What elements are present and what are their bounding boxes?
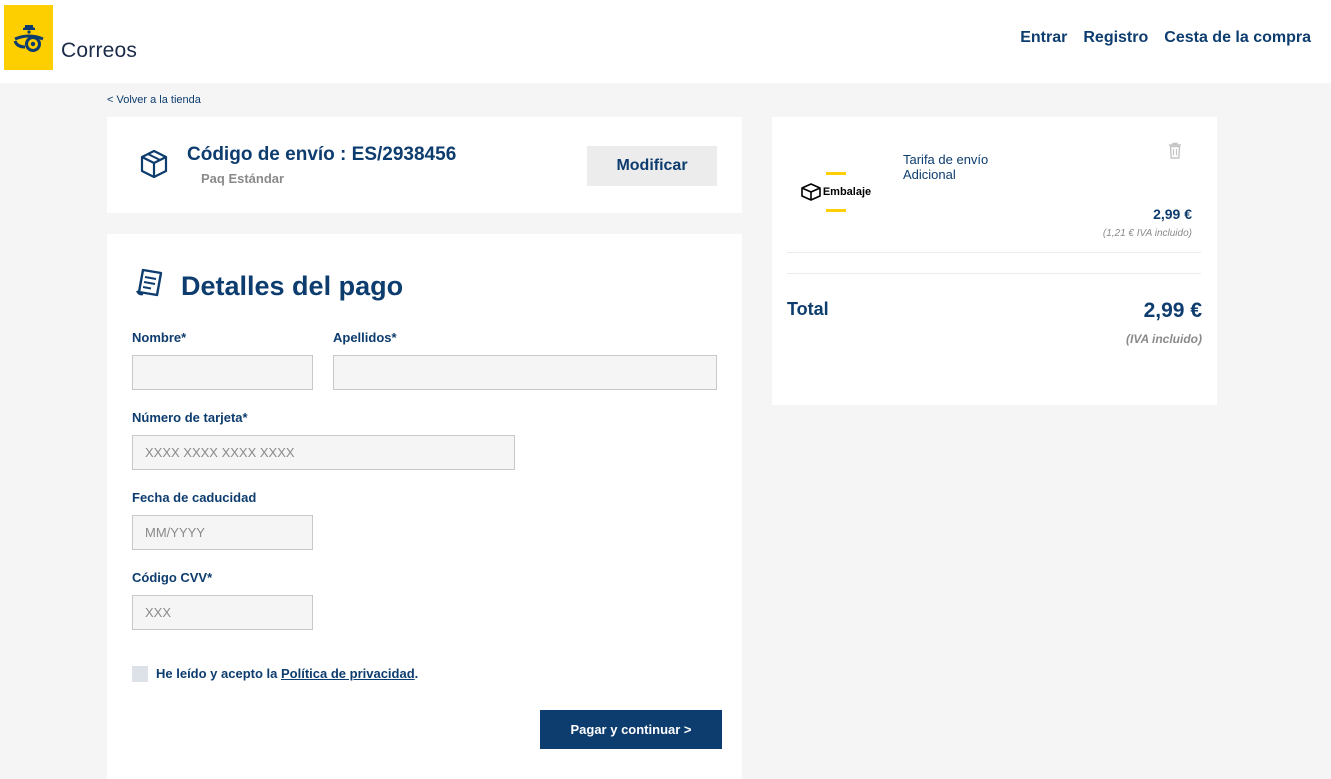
privacy-checkbox[interactable] <box>132 666 148 682</box>
item-price: 2,99 € <box>1153 206 1192 222</box>
payment-card: Detalles del pago Nombre* Apellidos* Núm… <box>107 234 742 779</box>
nav-register-link[interactable]: Registro <box>1083 29 1148 47</box>
brand-name: Correos <box>61 39 138 62</box>
privacy-suffix: . <box>414 666 419 681</box>
trash-icon[interactable] <box>1168 142 1182 164</box>
total-label: Total <box>787 299 829 319</box>
logo-line-bottom <box>826 209 846 212</box>
expiry-label: Fecha de caducidad <box>132 490 257 505</box>
card-number-input[interactable] <box>132 435 515 470</box>
receipt-icon <box>134 267 166 304</box>
total-value: 2,99 € <box>1143 299 1202 322</box>
nombre-input[interactable] <box>132 355 313 390</box>
item-name: Tarifa de envío Adicional <box>903 152 1053 182</box>
divider <box>787 273 1201 274</box>
cvv-input[interactable] <box>132 595 313 630</box>
box-icon <box>801 183 821 201</box>
card-number-label: Número de tarjeta* <box>132 410 248 425</box>
nav-login-link[interactable]: Entrar <box>1020 29 1067 47</box>
back-to-store-link[interactable]: < Volver a la tienda <box>107 94 201 106</box>
privacy-policy-link[interactable]: Política de privacidad <box>281 666 415 681</box>
privacy-label: He leído y acepto la Política de privaci… <box>156 666 418 681</box>
shipping-card: Código de envío : ES/2938456 Paq Estánda… <box>107 117 742 213</box>
item-name-line2: Adicional <box>903 167 956 182</box>
payment-title: Detalles del pago <box>181 271 404 301</box>
embalaje-logo: Embalaje <box>801 172 872 212</box>
site-header: Correos Entrar Registro Cesta de la comp… <box>0 0 1331 83</box>
nav-cart-link[interactable]: Cesta de la compra <box>1164 29 1311 47</box>
privacy-text: He leído y acepto la <box>156 666 281 681</box>
shipping-service: Paq Estándar <box>201 171 285 186</box>
post-horn-icon <box>13 24 44 52</box>
correos-logo[interactable] <box>4 5 53 70</box>
divider <box>787 252 1201 253</box>
cvv-label: Código CVV* <box>132 570 213 585</box>
pay-continue-button[interactable]: Pagar y continuar > <box>540 710 722 749</box>
apellidos-label: Apellidos* <box>333 330 397 345</box>
item-name-line1: Tarifa de envío <box>903 152 989 167</box>
modify-button[interactable]: Modificar <box>587 146 717 186</box>
shipping-code-title: Código de envío : ES/2938456 <box>187 144 457 165</box>
nombre-label: Nombre* <box>132 330 187 345</box>
logo-line-top <box>826 172 846 175</box>
expiry-input[interactable] <box>132 515 313 550</box>
embalaje-word: Embalaje <box>822 186 872 198</box>
top-nav: Entrar Registro Cesta de la compra <box>1020 29 1311 47</box>
apellidos-input[interactable] <box>333 355 717 390</box>
order-summary-card: Embalaje Tarifa de envío Adicional 2,99 … <box>772 117 1217 405</box>
package-icon <box>138 148 170 185</box>
total-iva-note: (IVA incluido) <box>1126 332 1202 346</box>
item-iva-note: (1,21 € IVA incluido) <box>1102 228 1192 239</box>
